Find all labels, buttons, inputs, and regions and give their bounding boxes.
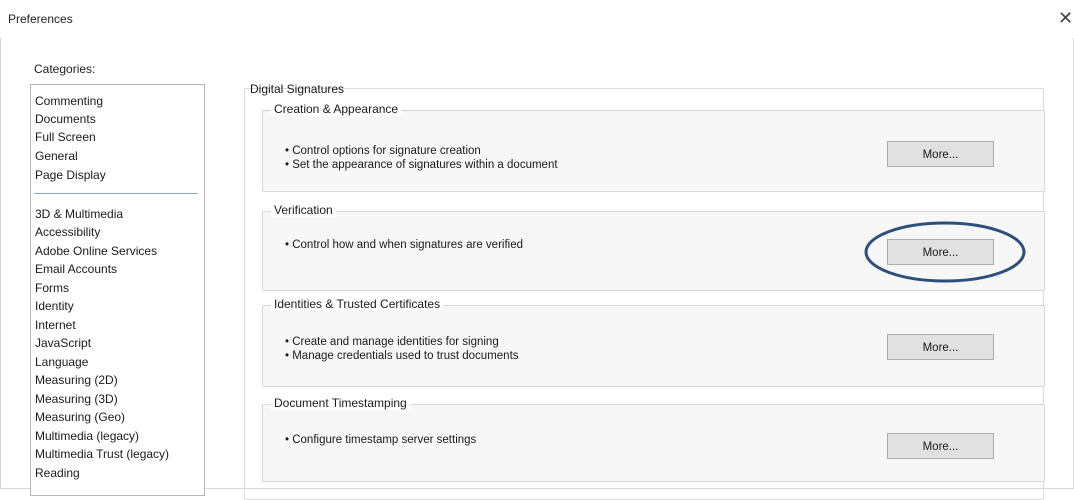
category-item-full-screen[interactable]: Full Screen — [35, 130, 96, 144]
window-title: Preferences — [8, 12, 73, 26]
group-title: Identities & Trusted Certificates — [271, 297, 444, 311]
group-verification: Verification • Control how and when sign… — [262, 203, 1045, 291]
close-icon[interactable]: ✕ — [1058, 8, 1074, 28]
bullet-text: • Create and manage identities for signi… — [285, 336, 499, 348]
digital-signatures-panel: Digital Signatures Creation & Appearance… — [234, 80, 1045, 500]
categories-list[interactable]: Commenting Documents Full Screen General… — [30, 84, 205, 496]
category-item-page-display[interactable]: Page Display — [35, 168, 106, 182]
bullet-text: • Control how and when signatures are ve… — [285, 239, 523, 251]
category-item-javascript[interactable]: JavaScript — [35, 336, 91, 350]
category-item-identity[interactable]: Identity — [35, 299, 74, 313]
identities-more-button[interactable]: More... — [887, 334, 994, 360]
category-item-forms[interactable]: Forms — [35, 281, 69, 295]
title-bar: Preferences ✕ — [0, 0, 1074, 38]
category-item-measuring-geo[interactable]: Measuring (Geo) — [35, 410, 125, 424]
category-item-multimedia-legacy[interactable]: Multimedia (legacy) — [35, 429, 139, 443]
category-item-commenting[interactable]: Commenting — [35, 94, 103, 108]
category-item-documents[interactable]: Documents — [35, 112, 96, 126]
category-item-email-accounts[interactable]: Email Accounts — [35, 262, 117, 276]
group-title: Verification — [271, 203, 336, 217]
category-item-measuring-2d[interactable]: Measuring (2D) — [35, 373, 118, 387]
category-item-measuring-3d[interactable]: Measuring (3D) — [35, 392, 118, 406]
group-identities-trusted-certificates: Identities & Trusted Certificates • Crea… — [262, 297, 1045, 387]
group-document-timestamping: Document Timestamping • Configure timest… — [262, 396, 1045, 482]
group-title: Document Timestamping — [271, 396, 410, 410]
category-item-accessibility[interactable]: Accessibility — [35, 225, 100, 239]
bullet-text: • Control options for signature creation — [285, 145, 481, 157]
category-item-general[interactable]: General — [35, 149, 78, 163]
bullet-text: • Configure timestamp server settings — [285, 434, 477, 446]
creation-appearance-more-button[interactable]: More... — [887, 141, 994, 167]
category-divider — [34, 193, 198, 194]
category-item-adobe-online-services[interactable]: Adobe Online Services — [35, 244, 157, 258]
category-item-multimedia-trust-legacy[interactable]: Multimedia Trust (legacy) — [35, 447, 169, 461]
verification-more-button[interactable]: More... — [887, 239, 994, 265]
categories-label: Categories: — [34, 62, 96, 76]
category-item-language[interactable]: Language — [35, 355, 88, 369]
category-item-3d-multimedia[interactable]: 3D & Multimedia — [35, 207, 123, 221]
category-item-internet[interactable]: Internet — [35, 318, 76, 332]
bullet-text: • Set the appearance of signatures withi… — [285, 159, 558, 171]
group-title: Creation & Appearance — [271, 102, 402, 116]
section-title: Digital Signatures — [250, 82, 345, 96]
timestamping-more-button[interactable]: More... — [887, 433, 994, 459]
group-creation-appearance: Creation & Appearance • Control options … — [262, 102, 1045, 192]
category-item-reading[interactable]: Reading — [35, 466, 80, 480]
bullet-text: • Manage credentials used to trust docum… — [285, 350, 519, 362]
